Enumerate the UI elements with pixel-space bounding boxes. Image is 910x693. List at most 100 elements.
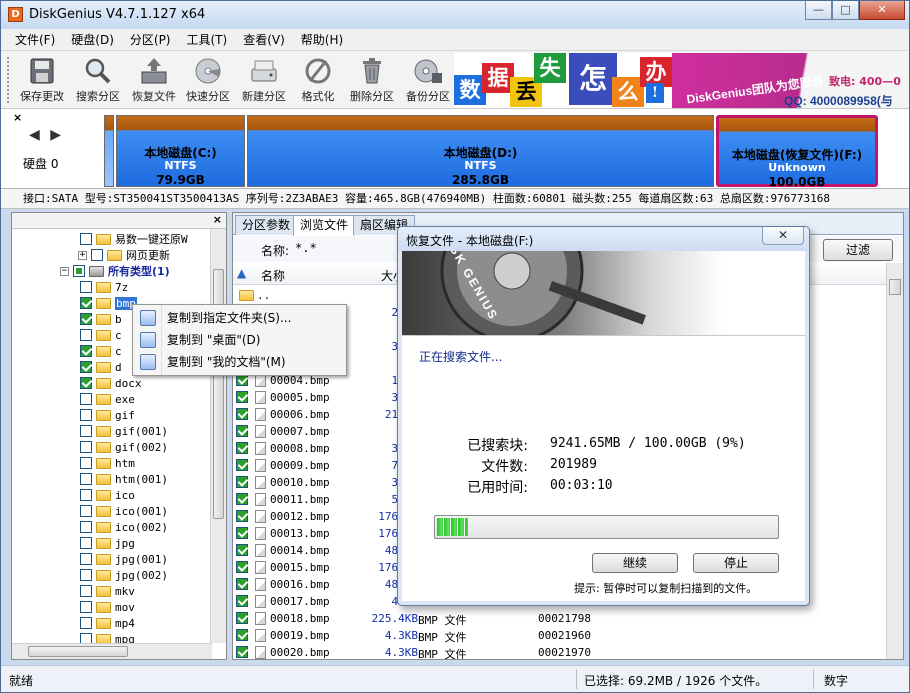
delete-partition-button[interactable]: 删除分区 <box>345 55 399 105</box>
format-button[interactable]: 格式化 <box>291 55 345 105</box>
file-checkbox[interactable] <box>236 595 248 607</box>
recover-files-button[interactable]: 恢复文件 <box>127 55 181 105</box>
tree-item-checkbox[interactable] <box>80 361 92 373</box>
tree-vertical-scrollbar[interactable] <box>210 229 226 643</box>
tree-item-checkbox[interactable] <box>80 569 92 581</box>
tree-item[interactable]: gif <box>80 407 135 423</box>
tree-item-checkbox[interactable] <box>91 249 103 261</box>
tab-partition-params[interactable]: 分区参数 <box>235 215 298 235</box>
tree-hscroll-thumb[interactable] <box>28 646 128 657</box>
tree-item-checkbox[interactable] <box>73 265 85 277</box>
menu-partition[interactable]: 分区(P) <box>122 29 179 51</box>
title-bar[interactable]: D DiskGenius V4.7.1.127 x64 — □ ✕ <box>1 1 909 29</box>
collapse-icon[interactable]: − <box>60 266 69 276</box>
tree-item[interactable]: mov <box>80 599 135 615</box>
file-checkbox[interactable] <box>236 442 248 454</box>
tree-item-checkbox[interactable] <box>80 441 92 453</box>
partition-c[interactable]: 本地磁盘(C:) NTFS 79.9GB <box>116 115 245 187</box>
disk-nav-arrows[interactable]: ◀ ▶ <box>29 127 64 143</box>
maximize-button[interactable]: □ <box>832 1 859 20</box>
tree-item-checkbox[interactable] <box>80 409 92 421</box>
tree-item[interactable]: jpg(002) <box>80 567 168 583</box>
expand-icon[interactable]: + <box>78 250 87 260</box>
tree-item[interactable]: mkv <box>80 583 135 599</box>
file-checkbox[interactable] <box>236 408 248 420</box>
tree-item-checkbox[interactable] <box>80 489 92 501</box>
tree-item[interactable]: c <box>80 327 122 343</box>
tree-item-checkbox[interactable] <box>80 345 92 357</box>
tree-item[interactable]: − 所有类型(1) <box>60 263 170 279</box>
file-list-scrollbar[interactable] <box>886 263 903 659</box>
quick-partition-button[interactable]: 快速分区 <box>181 55 235 105</box>
search-partition-button[interactable]: 搜索分区 <box>71 55 125 105</box>
name-filter-input[interactable]: *.* <box>295 241 317 255</box>
filter-button[interactable]: 过滤 <box>823 239 893 261</box>
tree-item[interactable]: jpg <box>80 535 135 551</box>
tree-item[interactable]: ico <box>80 487 135 503</box>
tree-item-checkbox[interactable] <box>80 313 92 325</box>
disk-map-close-icon[interactable]: × <box>13 111 22 124</box>
sort-arrow-icon[interactable]: ▲ <box>237 266 246 280</box>
tree-item[interactable]: mp4 <box>80 615 135 631</box>
tree-item-checkbox[interactable] <box>80 281 92 293</box>
tree-item[interactable]: docx <box>80 375 142 391</box>
file-checkbox[interactable] <box>236 544 248 556</box>
file-row[interactable]: 00018.bmp 225.4KB BMP 文件 00021798 <box>233 610 888 627</box>
tree-item[interactable]: gif(001) <box>80 423 168 439</box>
copy-to-folder-item[interactable]: 复制到指定文件夹(S)... <box>133 307 346 329</box>
tree-item-checkbox[interactable] <box>80 537 92 549</box>
new-partition-button[interactable]: 新建分区 <box>237 55 291 105</box>
promo-banner[interactable]: 数 据 丢 失 怎 么 办 ! DiskGenius团队为您服务 致电: 400… <box>454 53 906 108</box>
save-changes-button[interactable]: 保存更改 <box>15 55 69 105</box>
tree-item-checkbox[interactable] <box>80 601 92 613</box>
menu-disk[interactable]: 硬盘(D) <box>63 29 122 51</box>
tree-item-checkbox[interactable] <box>80 505 92 517</box>
file-checkbox[interactable] <box>236 527 248 539</box>
file-checkbox[interactable] <box>236 561 248 573</box>
menu-tools[interactable]: 工具(T) <box>179 29 236 51</box>
tree-item[interactable]: ico(001) <box>80 503 168 519</box>
tree-item[interactable]: ico(002) <box>80 519 168 535</box>
tree-item-checkbox[interactable] <box>80 297 92 309</box>
tree-item[interactable]: 7z <box>80 279 128 295</box>
file-checkbox[interactable] <box>236 578 248 590</box>
tree-item-checkbox[interactable] <box>80 329 92 341</box>
tree-item-checkbox[interactable] <box>80 553 92 565</box>
tree-item[interactable]: jpg(001) <box>80 551 168 567</box>
tab-browse-files[interactable]: 浏览文件 <box>293 215 356 236</box>
file-checkbox[interactable] <box>236 476 248 488</box>
minimize-button[interactable]: — <box>805 1 832 20</box>
tree-item-checkbox[interactable] <box>80 585 92 597</box>
tree-item[interactable]: 易数一键还原W <box>80 231 188 247</box>
tree-item-checkbox[interactable] <box>80 425 92 437</box>
tree-item-checkbox[interactable] <box>80 473 92 485</box>
tree-item-checkbox[interactable] <box>80 393 92 405</box>
file-row[interactable]: 00019.bmp 4.3KB BMP 文件 00021960 <box>233 627 888 644</box>
tree-item-checkbox[interactable] <box>80 377 92 389</box>
tree-item[interactable]: b <box>80 311 122 327</box>
partition-f[interactable]: 本地磁盘(恢复文件)(F:) Unknown 100.0GB <box>716 115 878 189</box>
file-checkbox[interactable] <box>236 612 248 624</box>
partition-d[interactable]: 本地磁盘(D:) NTFS 285.8GB <box>247 115 714 187</box>
tree-close-icon[interactable]: × <box>213 213 222 226</box>
tree-item[interactable]: bmp <box>80 295 137 311</box>
tree-item-checkbox[interactable] <box>80 521 92 533</box>
stop-button[interactable]: 停止 <box>693 553 779 573</box>
copy-to-desktop-item[interactable]: 复制到 "桌面"(D) <box>133 329 346 351</box>
menu-help[interactable]: 帮助(H) <box>293 29 351 51</box>
backup-partition-button[interactable]: 备份分区 <box>401 55 455 105</box>
tree-item[interactable]: + 网页更新 <box>78 247 170 263</box>
file-checkbox[interactable] <box>236 629 248 641</box>
file-row[interactable]: 00020.bmp 4.3KB BMP 文件 00021970 <box>233 644 888 659</box>
file-checkbox[interactable] <box>236 510 248 522</box>
tree-item[interactable]: exe <box>80 391 135 407</box>
file-list-scroll-thumb[interactable] <box>889 279 901 295</box>
tree-item-checkbox[interactable] <box>80 233 92 245</box>
dialog-close-button[interactable]: ✕ <box>762 227 804 245</box>
tree-horizontal-scrollbar[interactable] <box>12 643 212 659</box>
copy-to-documents-item[interactable]: 复制到 "我的文档"(M) <box>133 351 346 373</box>
close-button[interactable]: ✕ <box>859 1 905 20</box>
continue-button[interactable]: 继续 <box>592 553 678 573</box>
menu-file[interactable]: 文件(F) <box>7 29 63 51</box>
dialog-title-bar[interactable]: 恢复文件 - 本地磁盘(F:) ✕ <box>398 227 809 251</box>
